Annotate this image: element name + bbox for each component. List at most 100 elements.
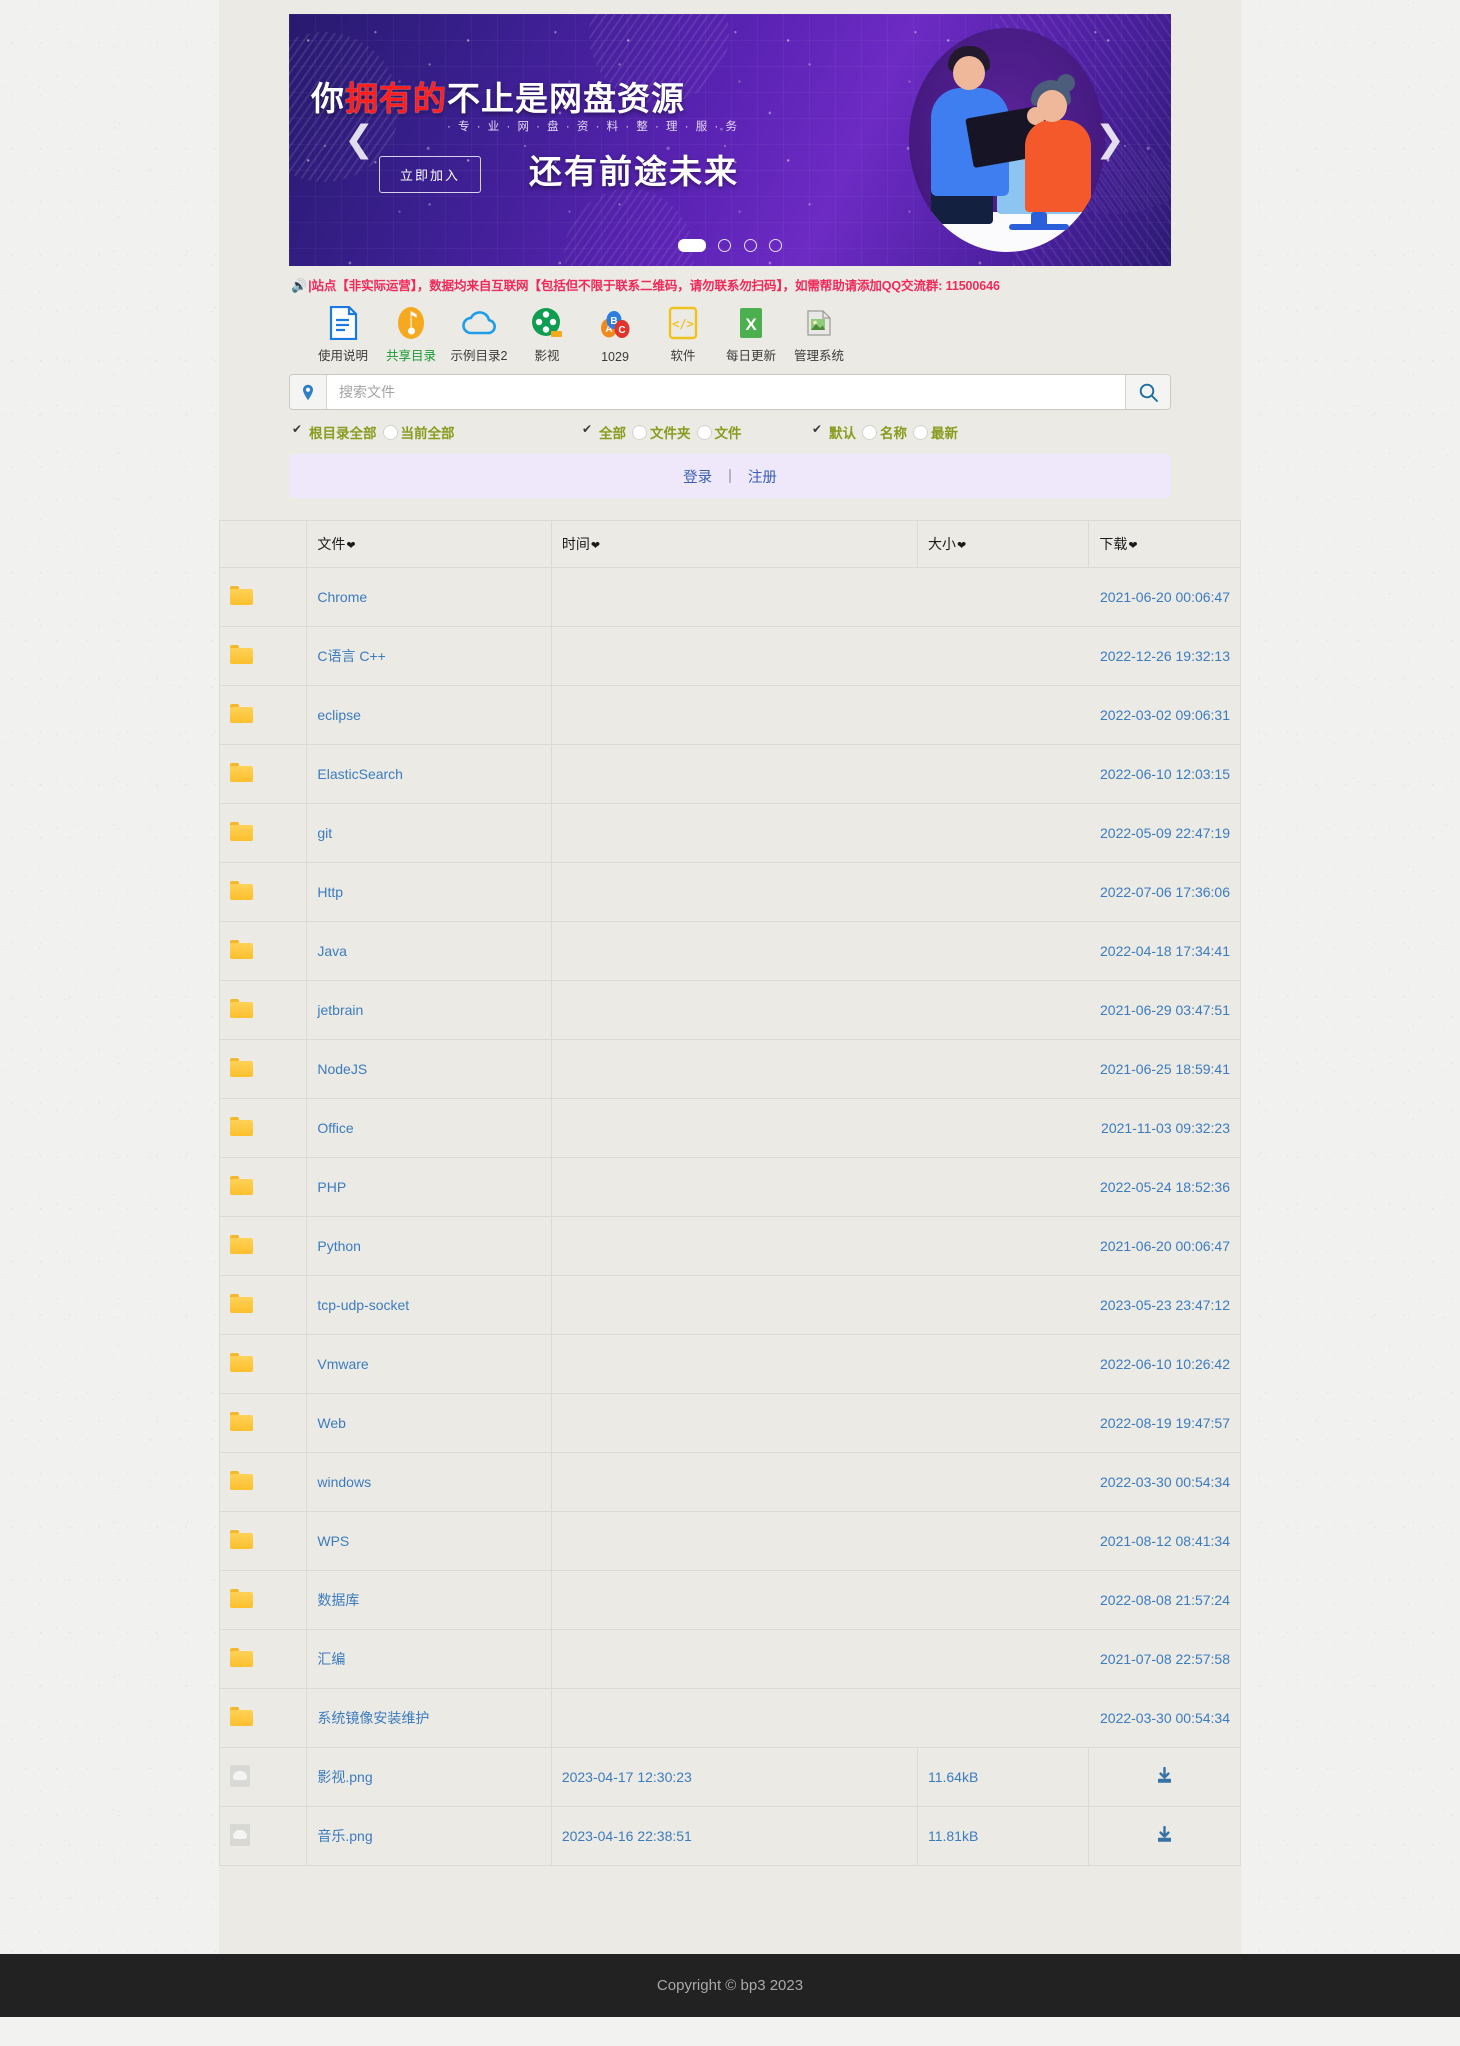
table-row[interactable]: eclipse2022-03-02 09:06:31 bbox=[220, 686, 1241, 745]
table-row[interactable]: Vmware2022-06-10 10:26:42 bbox=[220, 1335, 1241, 1394]
table-row[interactable]: Web2022-08-19 19:47:57 bbox=[220, 1394, 1241, 1453]
table-row[interactable]: Http2022-07-06 17:36:06 bbox=[220, 863, 1241, 922]
file-name-link[interactable]: ElasticSearch bbox=[317, 766, 403, 782]
file-name-cell[interactable]: Java bbox=[307, 922, 551, 981]
nav-item-software[interactable]: </> 软件 bbox=[649, 304, 717, 364]
filter-option-root-all[interactable]: 根目录全部 bbox=[293, 422, 377, 442]
table-row[interactable]: WPS2021-08-12 08:41:34 bbox=[220, 1512, 1241, 1571]
filter-option-folder[interactable]: 文件夹 bbox=[632, 422, 691, 442]
table-row[interactable]: C语言 C++2022-12-26 19:32:13 bbox=[220, 627, 1241, 686]
carousel-dot-1[interactable] bbox=[678, 239, 706, 252]
file-name-cell[interactable]: windows bbox=[307, 1453, 551, 1512]
file-name-link[interactable]: git bbox=[317, 825, 332, 841]
filter-option-name[interactable]: 名称 bbox=[862, 422, 907, 442]
carousel-dot-3[interactable] bbox=[744, 239, 757, 252]
nav-item-shared-directory[interactable]: 共享目录 bbox=[377, 304, 445, 364]
table-row[interactable]: Office2021-11-03 09:32:23 bbox=[220, 1099, 1241, 1158]
file-name-link[interactable]: 影视.png bbox=[317, 1769, 372, 1785]
table-row[interactable]: PHP2022-05-24 18:52:36 bbox=[220, 1158, 1241, 1217]
file-name-link[interactable]: windows bbox=[317, 1474, 371, 1490]
file-name-link[interactable]: Chrome bbox=[317, 589, 367, 605]
nav-item-daily-update[interactable]: X 每日更新 bbox=[717, 304, 785, 364]
chevron-down-icon[interactable]: ❤ bbox=[957, 540, 966, 552]
file-name-cell[interactable]: 系统镜像安装维护 bbox=[307, 1689, 551, 1748]
table-row[interactable]: Python2021-06-20 00:06:47 bbox=[220, 1217, 1241, 1276]
file-name-cell[interactable]: git bbox=[307, 804, 551, 863]
banner-join-button[interactable]: 立即加入 bbox=[379, 156, 481, 193]
download-icon[interactable] bbox=[1156, 1826, 1173, 1846]
file-name-cell[interactable]: ElasticSearch bbox=[307, 745, 551, 804]
radio-icon[interactable] bbox=[697, 425, 712, 440]
carousel-next-icon[interactable]: ❯ bbox=[1095, 122, 1125, 158]
chevron-down-icon[interactable]: ❤ bbox=[346, 540, 355, 552]
table-row[interactable]: 影视.png2023-04-17 12:30:2311.64kB bbox=[220, 1748, 1241, 1807]
carousel-prev-icon[interactable]: ❮ bbox=[344, 122, 374, 158]
file-name-cell[interactable]: Vmware bbox=[307, 1335, 551, 1394]
file-name-link[interactable]: Http bbox=[317, 884, 343, 900]
file-name-cell[interactable]: PHP bbox=[307, 1158, 551, 1217]
carousel-dot-4[interactable] bbox=[769, 239, 782, 252]
file-name-cell[interactable]: tcp-udp-socket bbox=[307, 1276, 551, 1335]
table-row[interactable]: windows2022-03-30 00:54:34 bbox=[220, 1453, 1241, 1512]
filter-option-all[interactable]: 全部 bbox=[583, 422, 626, 442]
filter-option-newest[interactable]: 最新 bbox=[913, 422, 958, 442]
file-name-cell[interactable]: jetbrain bbox=[307, 981, 551, 1040]
table-row[interactable]: jetbrain2021-06-29 03:47:51 bbox=[220, 981, 1241, 1040]
hero-banner-carousel[interactable]: 你拥有的不止是网盘资源 · 专 · 业 · 网 · 盘 · 资 · 料 · 整 … bbox=[289, 14, 1171, 266]
file-name-link[interactable]: NodeJS bbox=[317, 1061, 367, 1077]
radio-icon[interactable] bbox=[383, 425, 398, 440]
download-cell[interactable] bbox=[1089, 1807, 1241, 1866]
table-row[interactable]: Chrome2021-06-20 00:06:47 bbox=[220, 568, 1241, 627]
nav-item-1029[interactable]: ABC 1029 bbox=[581, 309, 649, 364]
file-name-link[interactable]: WPS bbox=[317, 1533, 349, 1549]
file-name-cell[interactable]: Chrome bbox=[307, 568, 551, 627]
login-link[interactable]: 登录 bbox=[683, 466, 712, 487]
file-name-link[interactable]: Web bbox=[317, 1415, 346, 1431]
table-row[interactable]: NodeJS2021-06-25 18:59:41 bbox=[220, 1040, 1241, 1099]
filter-option-default[interactable]: 默认 bbox=[813, 422, 856, 442]
register-link[interactable]: 注册 bbox=[748, 466, 777, 487]
file-name-link[interactable]: 系统镜像安装维护 bbox=[317, 1710, 429, 1726]
file-name-cell[interactable]: 音乐.png bbox=[307, 1807, 551, 1866]
table-row[interactable]: 系统镜像安装维护2022-03-30 00:54:34 bbox=[220, 1689, 1241, 1748]
header-file[interactable]: 文件❤ bbox=[307, 521, 551, 568]
file-name-cell[interactable]: Http bbox=[307, 863, 551, 922]
table-row[interactable]: git2022-05-09 22:47:19 bbox=[220, 804, 1241, 863]
file-name-link[interactable]: jetbrain bbox=[317, 1002, 363, 1018]
search-input[interactable] bbox=[327, 375, 1125, 409]
file-name-cell[interactable]: eclipse bbox=[307, 686, 551, 745]
radio-icon[interactable] bbox=[862, 425, 877, 440]
file-name-link[interactable]: eclipse bbox=[317, 707, 361, 723]
file-name-link[interactable]: Vmware bbox=[317, 1356, 368, 1372]
location-pin-icon[interactable] bbox=[290, 375, 327, 409]
file-name-cell[interactable]: Web bbox=[307, 1394, 551, 1453]
filter-option-file[interactable]: 文件 bbox=[697, 422, 742, 442]
header-download[interactable]: 下载❤ bbox=[1089, 521, 1241, 568]
file-name-cell[interactable]: 汇编 bbox=[307, 1630, 551, 1689]
chevron-down-icon[interactable]: ❤ bbox=[591, 540, 600, 552]
file-name-link[interactable]: 数据库 bbox=[317, 1592, 359, 1608]
table-row[interactable]: 汇编2021-07-08 22:57:58 bbox=[220, 1630, 1241, 1689]
file-name-link[interactable]: C语言 C++ bbox=[317, 648, 385, 664]
file-name-cell[interactable]: Office bbox=[307, 1099, 551, 1158]
nav-item-video[interactable]: 影视 bbox=[513, 304, 581, 364]
nav-item-sample-directory-2[interactable]: 示例目录2 bbox=[445, 304, 513, 364]
file-name-link[interactable]: PHP bbox=[317, 1179, 346, 1195]
file-name-cell[interactable]: 影视.png bbox=[307, 1748, 551, 1807]
radio-icon[interactable] bbox=[632, 425, 647, 440]
radio-checked-icon[interactable] bbox=[583, 426, 596, 439]
file-name-link[interactable]: Python bbox=[317, 1238, 361, 1254]
file-name-cell[interactable]: Python bbox=[307, 1217, 551, 1276]
carousel-dot-2[interactable] bbox=[718, 239, 731, 252]
nav-item-instructions[interactable]: 使用说明 bbox=[309, 304, 377, 364]
radio-icon[interactable] bbox=[913, 425, 928, 440]
table-row[interactable]: 音乐.png2023-04-16 22:38:5111.81kB bbox=[220, 1807, 1241, 1866]
header-time[interactable]: 时间❤ bbox=[551, 521, 917, 568]
file-name-cell[interactable]: C语言 C++ bbox=[307, 627, 551, 686]
download-cell[interactable] bbox=[1089, 1748, 1241, 1807]
file-name-cell[interactable]: 数据库 bbox=[307, 1571, 551, 1630]
file-name-link[interactable]: Java bbox=[317, 943, 347, 959]
table-row[interactable]: Java2022-04-18 17:34:41 bbox=[220, 922, 1241, 981]
filter-option-current-all[interactable]: 当前全部 bbox=[383, 422, 455, 442]
nav-item-admin-system[interactable]: 管理系统 bbox=[785, 304, 853, 364]
